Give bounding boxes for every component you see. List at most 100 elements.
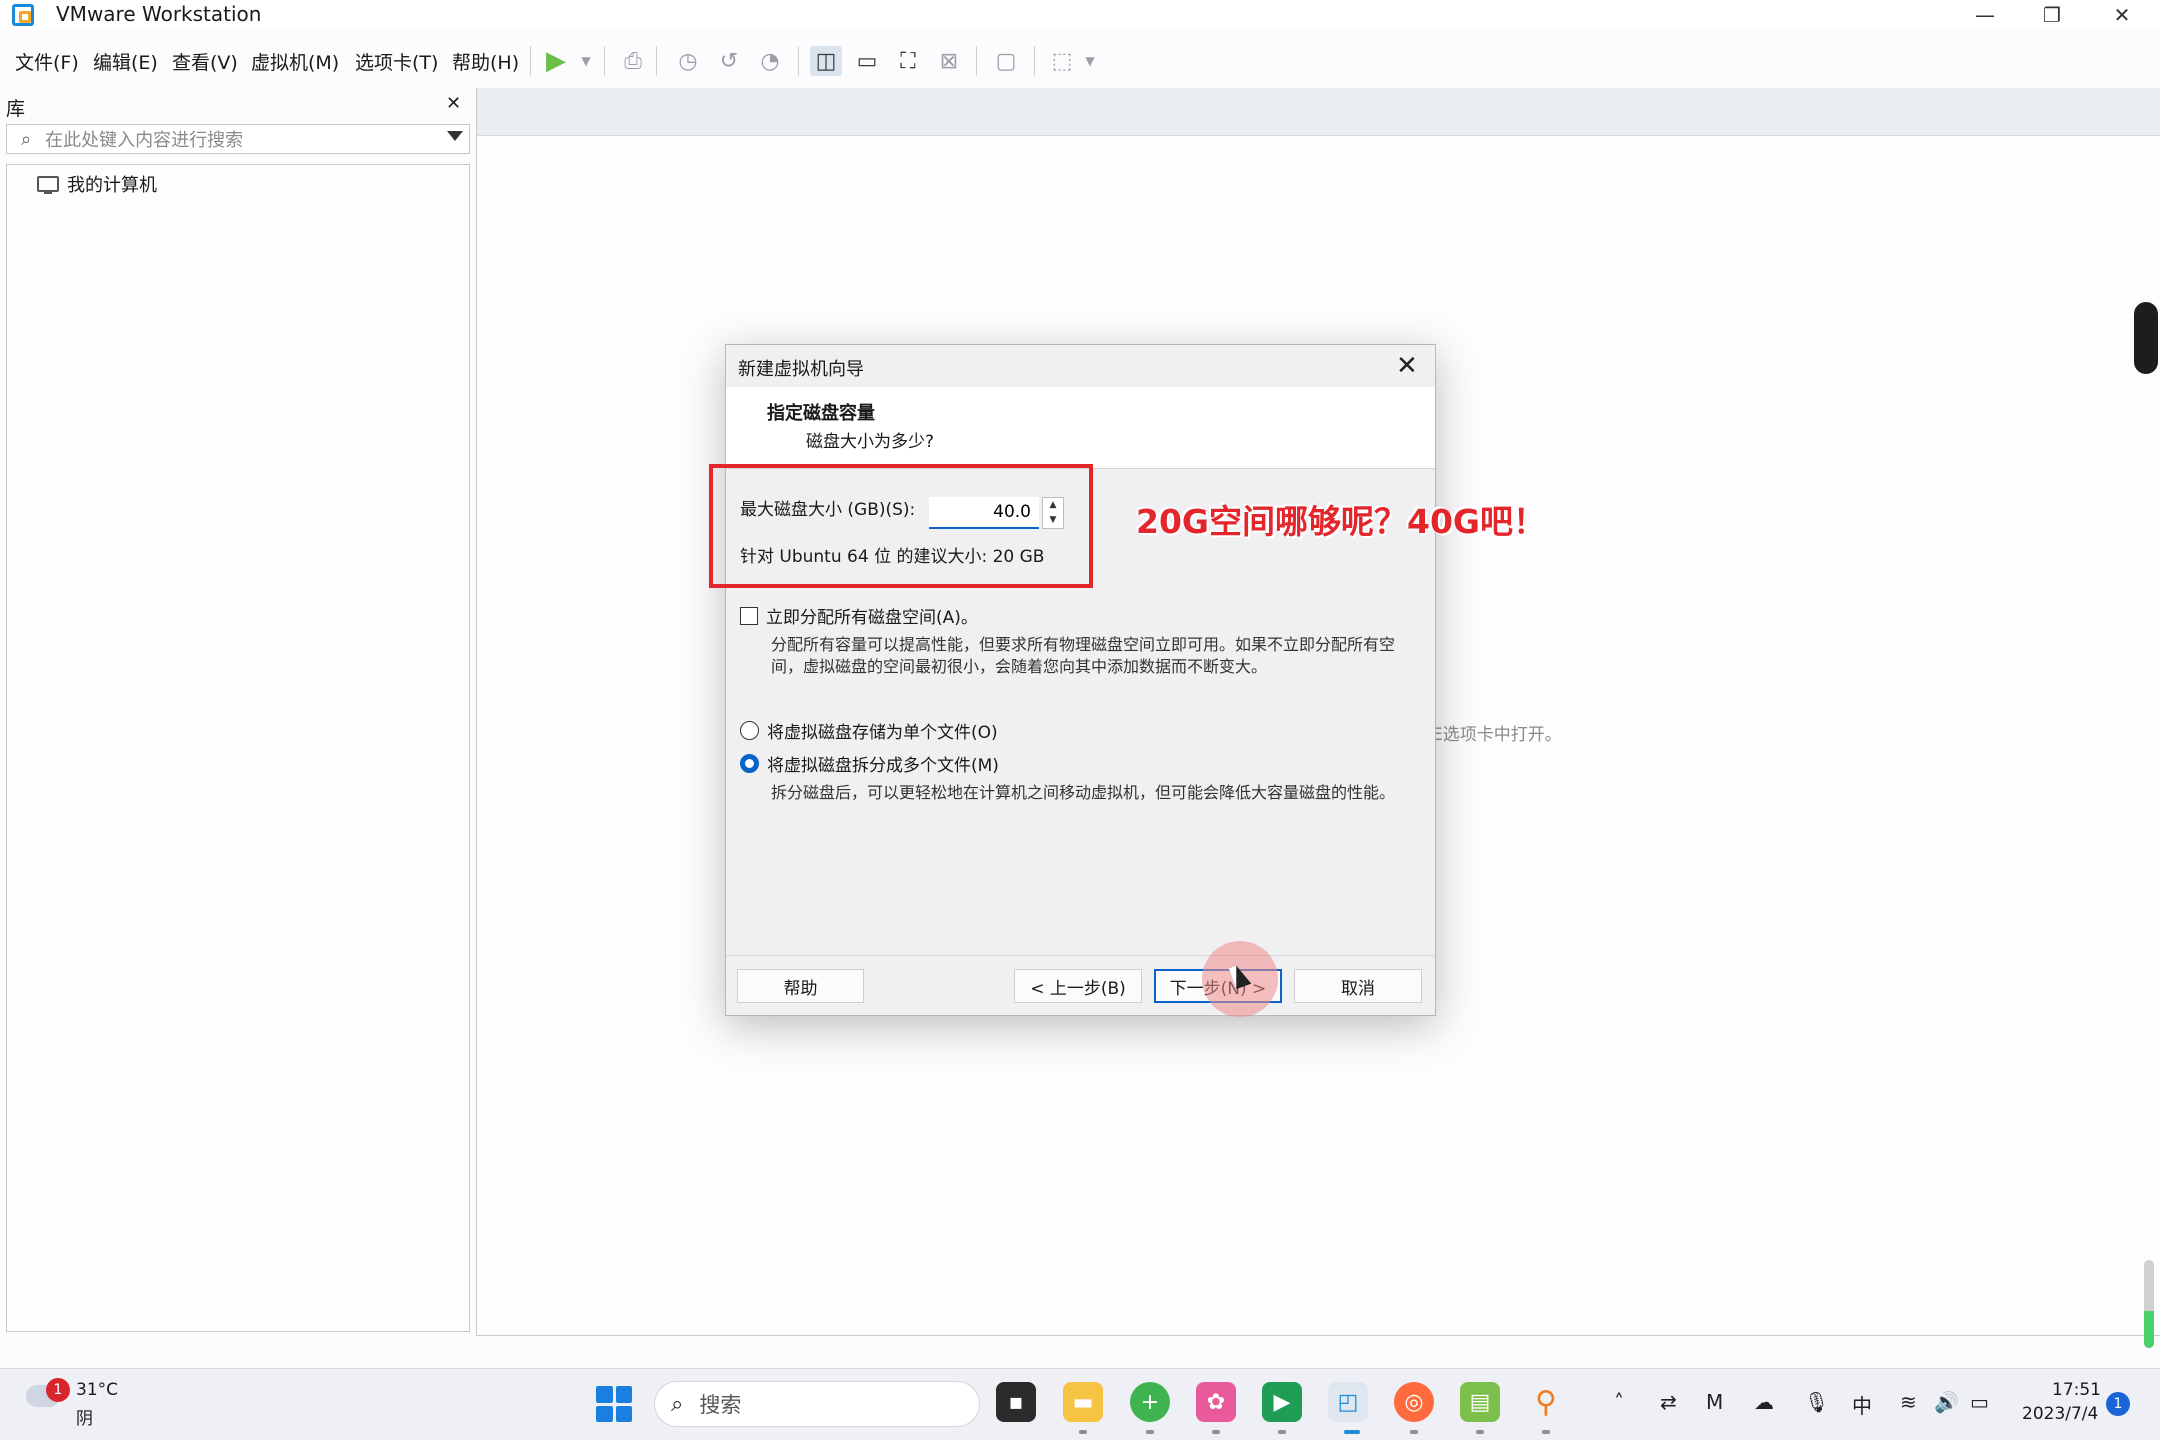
allocate-now-label: 立即分配所有磁盘空间(A)。 [766,608,978,628]
split-files-label: 将虚拟磁盘拆分成多个文件(M) [767,756,999,776]
app-colorful-icon[interactable]: ✿ [1196,1382,1236,1422]
menu-tabs[interactable]: 选项卡(T) [355,48,438,75]
taskbar-search-label: 搜索 [699,1393,742,1417]
weather-temperature: 31°C [76,1380,119,1400]
allocate-now-checkbox[interactable] [740,606,758,625]
console-view-icon[interactable]: ▭ [851,46,883,76]
monitor-icon [37,176,59,194]
help-button[interactable]: 帮助 [737,969,864,1003]
search-dropdown-icon[interactable] [447,131,463,141]
ime-indicator[interactable]: 中 [1852,1390,1872,1419]
library-title: 库 [6,98,26,120]
running-indicator [1278,1430,1286,1434]
window-title: VMware Workstation [56,2,262,26]
fullscreen-icon[interactable]: ⛶ [892,46,924,76]
task-view-icon[interactable]: ▪ [996,1382,1036,1422]
volume-indicator [2144,1260,2154,1348]
cancel-button[interactable]: 取消 [1294,969,1422,1003]
toolbar-separator [656,46,657,76]
menu-edit[interactable]: 编辑(E) [93,48,158,75]
stretch-dropdown-icon[interactable]: ▼ [1074,46,1106,76]
settings-sliders-icon[interactable]: ⇄ [1660,1390,1677,1414]
single-file-label: 将虚拟磁盘存储为单个文件(O) [767,723,998,743]
revert-icon[interactable]: ↺ [713,46,745,76]
library-search-input[interactable]: ⌕ 在此处键入内容进行搜索 [6,124,470,154]
allocate-description: 分配所有容量可以提高性能，但要求所有物理磁盘空间立即可用。如果不立即分配所有空间… [771,635,1396,676]
running-indicator [1212,1430,1220,1434]
start-tile [596,1386,613,1403]
start-tile [615,1405,632,1422]
menu-view[interactable]: 查看(V) [172,48,238,75]
taskbar-search[interactable]: ⌕ 搜索 [654,1381,980,1427]
clock-date[interactable]: 2023/7/4 [2022,1404,2098,1424]
allocate-now-checkbox-row[interactable]: 立即分配所有磁盘空间(A)。 [740,603,978,628]
snapshot-icon[interactable]: ◷ [672,46,704,76]
dialog-subheading: 磁盘大小为多少? [806,432,935,452]
browser-icon[interactable]: ◎ [1394,1382,1434,1422]
single-file-radio-row[interactable]: 将虚拟磁盘存储为单个文件(O) [740,718,998,743]
toolbar-separator [604,46,605,76]
start-button[interactable] [596,1386,632,1422]
dialog-title: 新建虚拟机向导 [738,359,864,380]
library-search-placeholder: 在此处键入内容进行搜索 [45,130,244,151]
menu-file[interactable]: 文件(F) [15,48,79,75]
annotation-highlight-box [709,464,1093,588]
tree-item-my-computer[interactable]: 我的计算机 [37,171,157,197]
dialog-header: 指定磁盘容量 磁盘大小为多少? [726,387,1435,469]
title-bar: VMware Workstation — ❐ ✕ [0,0,2160,30]
file-explorer-icon[interactable]: ▬ [1063,1382,1103,1422]
single-file-radio[interactable] [740,721,759,740]
new-vm-wizard-dialog: 新建虚拟机向导 ✕ 指定磁盘容量 磁盘大小为多少? 最大磁盘大小 (GB)(S)… [709,344,1546,1017]
background-hint-text: E选项卡中打开。 [1432,725,1562,745]
annotation-text: 20G空间哪够呢？40G吧！ [1136,502,1547,541]
dialog-close-button[interactable]: ✕ [1396,351,1418,381]
magnifier-app-icon[interactable]: ⚲ [1526,1382,1566,1422]
notification-badge[interactable]: 1 [2106,1392,2130,1416]
split-files-radio-row[interactable]: 将虚拟磁盘拆分成多个文件(M) [740,751,999,776]
microphone-icon[interactable]: 🎙 [1804,1390,1829,1414]
running-indicator [1476,1430,1484,1434]
toolbar-separator [798,46,799,76]
library-tree: 我的计算机 [6,164,470,1332]
play-icon[interactable]: ▶ [540,46,572,76]
weather-condition: 阴 [76,1409,93,1429]
wifi-icon[interactable]: ≋ [1900,1390,1917,1414]
unity-icon[interactable]: ⊠ [933,46,965,76]
library-close-button[interactable]: ✕ [446,93,461,114]
weather-badge: 1 [46,1378,70,1402]
back-button[interactable]: < 上一步(B) [1014,969,1142,1003]
play-dropdown-icon[interactable]: ▼ [570,46,602,76]
battery-icon[interactable]: ▭ [1970,1390,1989,1414]
menu-help[interactable]: 帮助(H) [452,48,519,75]
edge-scroll-handle[interactable] [2134,302,2158,374]
restore-button[interactable]: ❐ [2022,0,2082,30]
print-icon[interactable]: ⎙ [617,46,649,76]
close-window-button[interactable]: ✕ [2092,0,2152,30]
show-hidden-icons-icon[interactable]: ˄ [1614,1390,1624,1414]
chart-app-icon[interactable]: ▤ [1460,1382,1500,1422]
app-green-plus-icon[interactable]: + [1130,1382,1170,1422]
meter-icon[interactable]: Ⅿ [1706,1390,1723,1414]
terminal-icon[interactable]: ▢ [990,46,1022,76]
sidebar-view-icon[interactable]: ◫ [810,46,842,76]
minimize-button[interactable]: — [1955,0,2015,30]
vmware-taskbar-icon[interactable]: ◰ [1328,1382,1368,1422]
meeting-app-icon[interactable]: ▶ [1262,1382,1302,1422]
tab-strip [476,88,2160,136]
clock-time[interactable]: 17:51 [2052,1380,2101,1400]
running-indicator [1146,1430,1154,1434]
split-description: 拆分磁盘后，可以更轻松地在计算机之间移动虚拟机，但可能会降低大容量磁盘的性能。 [771,783,1396,802]
search-icon: ⌕ [21,128,32,150]
manage-snapshot-icon[interactable]: ◔ [754,46,786,76]
dialog-title-bar: 新建虚拟机向导 ✕ [726,345,1435,387]
start-tile [596,1405,613,1422]
onedrive-cloud-icon[interactable]: ☁ [1754,1390,1774,1414]
dialog-heading: 指定磁盘容量 [767,403,875,424]
toolbar-separator [976,46,977,76]
running-indicator [1410,1430,1418,1434]
split-files-radio[interactable] [740,754,759,773]
menu-vm[interactable]: 虚拟机(M) [251,48,339,75]
tree-item-label: 我的计算机 [67,175,157,196]
vmware-logo-icon [12,4,34,26]
volume-icon[interactable]: 🔊 [1934,1390,1959,1414]
